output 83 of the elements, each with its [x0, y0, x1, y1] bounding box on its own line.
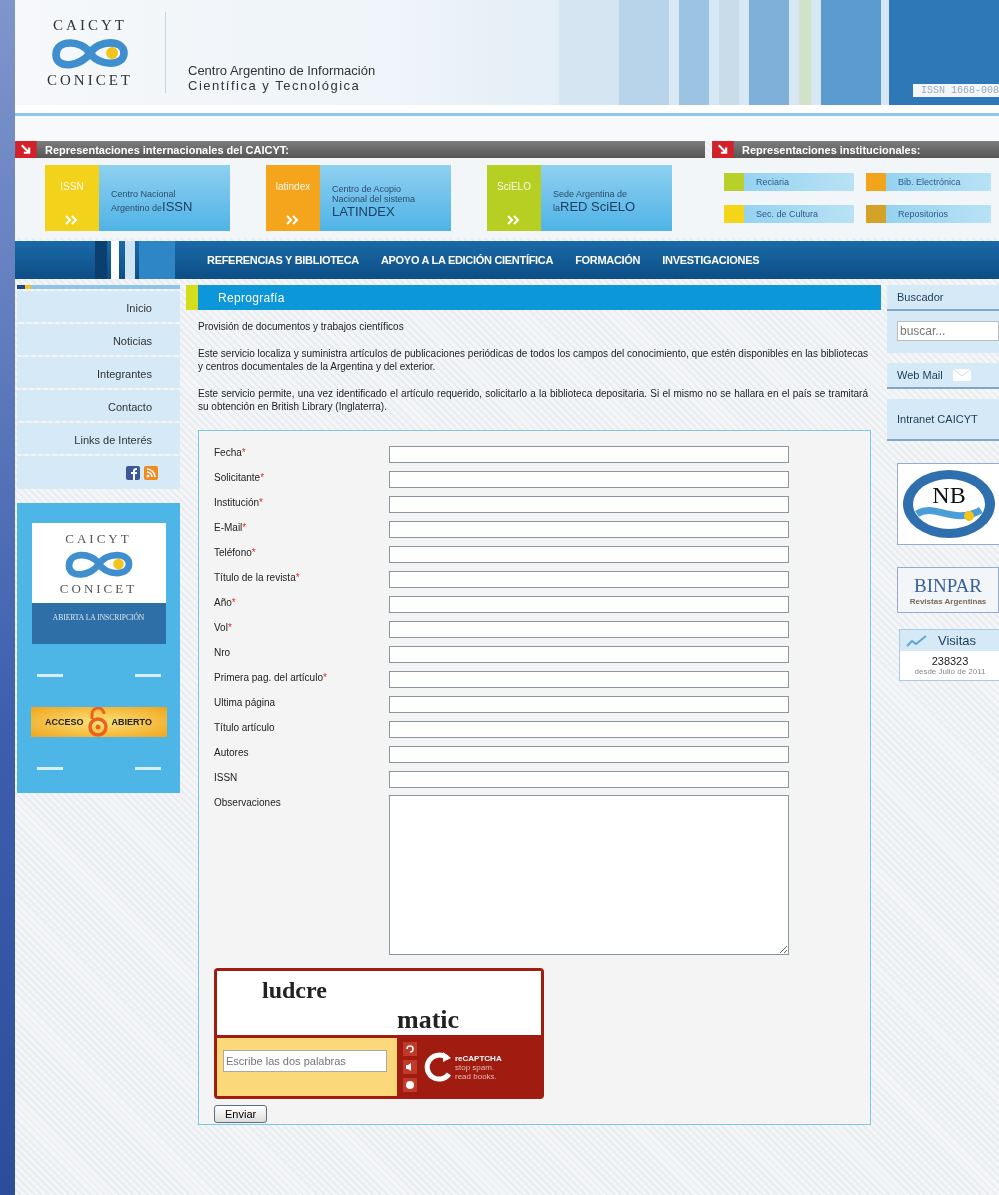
- visits-count: 238323: [931, 655, 969, 667]
- institution-link[interactable]: Bib. Electrónica: [866, 173, 991, 191]
- visits-title: Visitas: [938, 633, 977, 648]
- site-subtitle: Científica y Tecnológica: [188, 78, 362, 93]
- menu-item[interactable]: Inicio: [17, 291, 180, 322]
- institution-link[interactable]: Reciaria: [724, 173, 854, 191]
- input-field[interactable]: [389, 671, 789, 688]
- search-heading: Buscador: [897, 291, 944, 303]
- menu-item[interactable]: Links de Interés: [17, 423, 180, 454]
- field-label: Teléfono*: [214, 546, 257, 558]
- visits-since: desde Julio de 2011: [914, 667, 986, 676]
- field-label: Fecha*: [214, 446, 247, 458]
- partner-banner[interactable]: ISSN Centro Nacional Argentino deISSN: [45, 165, 230, 231]
- nav-link[interactable]: APOYO A LA EDICIÓN CIENTÍFICA: [380, 254, 554, 266]
- logo-text: CAICYT: [53, 16, 127, 34]
- input-field[interactable]: [389, 721, 789, 738]
- institution-link[interactable]: Sec. de Cultura: [724, 205, 854, 223]
- intranet-link[interactable]: Intranet CAICYT: [887, 399, 999, 441]
- paragraph: Este servicio localiza y suministra artículos de publicaciones periódicas de todos los campos del conocimiento, que estén disponibles en las bibliotecas y centros documentales de la Argentina y del exterior.: [198, 347, 868, 373]
- badge: ISSN: [45, 165, 99, 231]
- input-field[interactable]: [389, 696, 789, 713]
- site-title: Centro Argentino de Información: [188, 63, 377, 78]
- menu-item[interactable]: Noticias: [17, 324, 180, 355]
- badge: SciELO: [487, 165, 541, 231]
- nav-link[interactable]: REFERENCIAS Y BIBLIOTECA: [207, 254, 359, 266]
- field-label: E-Mail*: [214, 521, 248, 533]
- partner-banner[interactable]: latindex Centro de Acopio Nacional del sistema LATINDEX: [266, 165, 451, 231]
- field-label: Primera pag. del artículo*: [214, 671, 328, 683]
- input-field[interactable]: [389, 496, 789, 513]
- badge: latindex: [266, 165, 320, 231]
- nb-badge[interactable]: NB: [897, 463, 999, 545]
- section-title: Representaciones internacionales del CAICYT:: [45, 143, 289, 156]
- captcha-word: matic: [397, 1005, 460, 1035]
- input-field[interactable]: [389, 546, 789, 563]
- issn-label: ISSN 1668-008: [913, 84, 999, 97]
- input-field[interactable]: [389, 471, 789, 488]
- refresh-icon[interactable]: [403, 1042, 417, 1056]
- menu-item[interactable]: Contacto: [17, 390, 180, 421]
- field-label: Observaciones: [214, 796, 282, 808]
- captcha-tagline: read books.: [455, 1071, 498, 1081]
- open-lock-icon: [86, 707, 109, 737]
- institution-link[interactable]: Repositorios: [866, 205, 991, 223]
- field-label: Año*: [214, 596, 237, 608]
- open-access-banner[interactable]: ACCESO ABIERTO: [30, 707, 167, 737]
- menu-item[interactable]: Integrantes: [17, 357, 180, 388]
- paragraph: Este servicio permite, una vez identificado el artículo requerido, solicitarlo a la biblioteca depositaria. Si el mismo no se hallara en el país se tramitará su obtención en British Library (Inglaterra).: [198, 387, 868, 413]
- field-label: Vol*: [214, 621, 233, 633]
- mail-icon: [952, 369, 971, 381]
- captcha-tagline: stop spam.: [455, 1062, 495, 1072]
- field-label: Nro: [214, 646, 232, 658]
- intro-text: Provisión de documentos y trabajos científicos: [198, 320, 405, 333]
- captcha-brand: reCAPTCHA: [455, 1053, 502, 1063]
- input-field[interactable]: [389, 596, 789, 613]
- input-field[interactable]: [389, 646, 789, 663]
- field-label: Título de la revista*: [214, 571, 301, 583]
- input-field[interactable]: [389, 446, 789, 463]
- input-field[interactable]: [389, 771, 789, 788]
- partner-banner[interactable]: SciELO Sede Argentina de laRED SciELO: [487, 165, 672, 231]
- field-label: Título artículo: [214, 721, 276, 733]
- search-field[interactable]: buscar...: [897, 321, 999, 341]
- submit-button[interactable]: Enviar: [214, 1105, 268, 1123]
- recaptcha-logo-icon: [423, 1050, 453, 1084]
- chart-line-icon: [906, 633, 928, 648]
- captcha-input[interactable]: Escribe las dos palabras: [223, 1050, 387, 1072]
- logo-text: CONICET: [47, 71, 133, 89]
- input-field[interactable]: [389, 621, 789, 638]
- input-field[interactable]: [389, 521, 789, 538]
- binpar-banner[interactable]: BINPAR Revistas Argentinas: [897, 567, 999, 613]
- captcha-word: ludcre: [262, 977, 327, 1004]
- field-label: Autores: [214, 746, 250, 758]
- facebook-icon[interactable]: [126, 465, 140, 480]
- page-title: Reprografía: [218, 290, 285, 305]
- input-field[interactable]: [389, 571, 789, 588]
- audio-icon[interactable]: [403, 1060, 417, 1074]
- field-label: Institución*: [214, 496, 264, 508]
- field-label: Solicitante*: [214, 471, 266, 483]
- webmail-link[interactable]: Web Mail: [887, 363, 999, 389]
- section-title: Representaciones institucionales:: [742, 143, 921, 156]
- field-label: ISSN: [214, 771, 239, 783]
- field-label: Ultima página: [214, 696, 277, 708]
- input-field[interactable]: [389, 746, 789, 763]
- nav-link[interactable]: INVESTIGACIONES: [662, 254, 760, 266]
- nav-link[interactable]: FORMACIÓN: [575, 254, 641, 266]
